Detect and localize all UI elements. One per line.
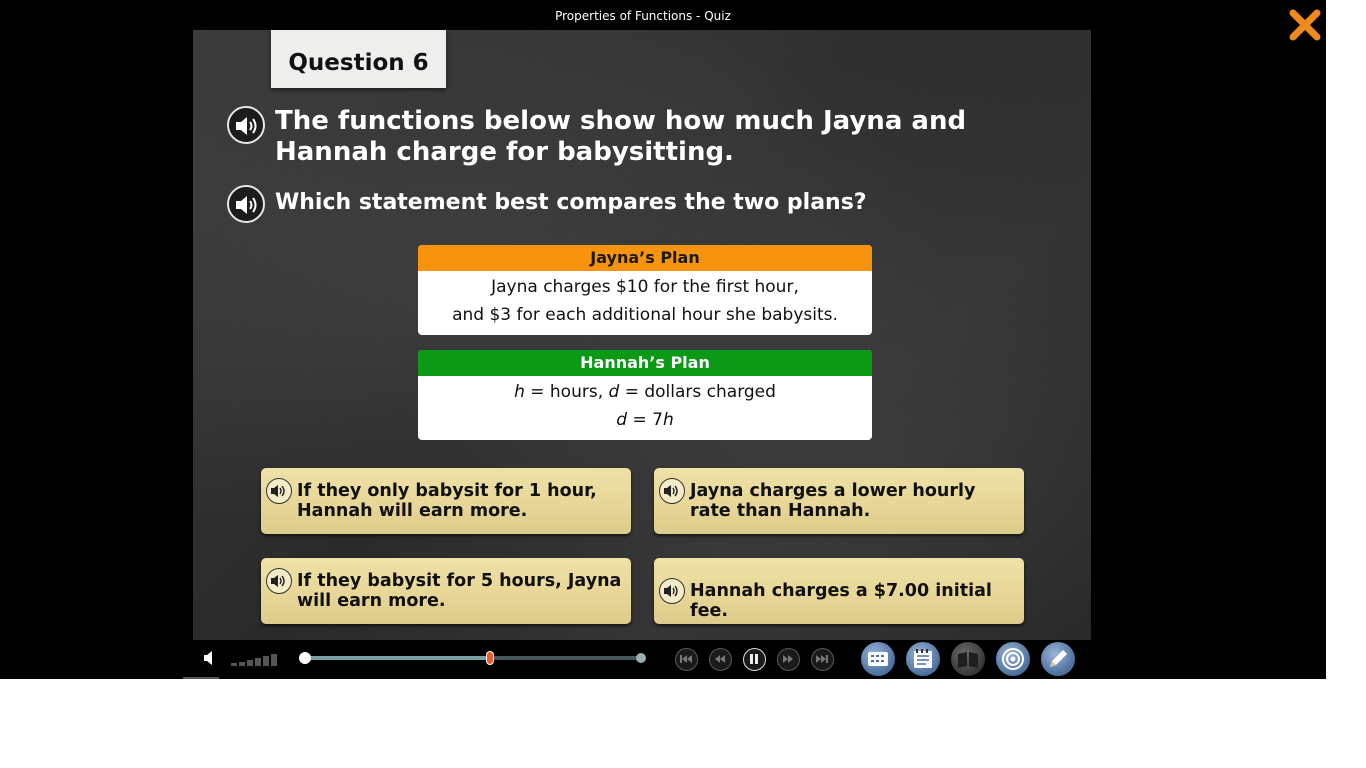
progress-fill [305,656,490,660]
answer-choice-a[interactable]: If they only babysit for 1 hour, Hannah … [261,468,631,534]
notepad-icon[interactable] [906,642,940,676]
definition-hours: = hours, [524,382,609,402]
pause-icon[interactable] [743,648,766,671]
pencil-icon[interactable] [1041,642,1075,676]
hannah-plan-definitions: h = hours, d = dollars charged [418,378,872,406]
jayna-plan-line-2: and $3 for each additional hour she baby… [452,305,838,325]
jayna-plan-line-1: Jayna charges $10 for the first hour, [491,277,799,297]
question-audio-icon[interactable] [227,106,265,144]
progress-end-knob [636,653,646,663]
answer-choice-c[interactable]: If they babysit for 5 hours, Jayna will … [261,558,631,624]
var-d: d [608,382,620,402]
hannah-plan-body: h = hours, d = dollars charged d = 7h [418,376,872,434]
hannah-plan-title: Hannah’s Plan [418,350,872,376]
hannah-plan-card: Hannah’s Plan h = hours, d = dollars cha… [418,350,872,440]
close-icon[interactable] [1288,8,1322,42]
answer-c-text: If they babysit for 5 hours, Jayna will … [297,571,622,611]
eq-rate: = 7 [627,410,663,430]
question-stage: Question 6 The functions below show how … [193,30,1091,640]
definition-dollars: = dollars charged [619,382,776,402]
volume-slider[interactable] [231,652,281,671]
subquestion-audio-icon[interactable] [227,185,265,223]
progress-start-knob[interactable] [299,652,311,664]
answer-d-text: Hannah charges a $7.00 initial fee. [690,581,992,621]
question-number-tab: Question 6 [271,30,446,88]
answer-d-audio-icon[interactable] [659,578,685,604]
jayna-plan-body: Jayna charges $10 for the first hour, an… [418,271,872,329]
book-icon[interactable] [951,642,985,676]
answer-b-audio-icon[interactable] [659,478,685,504]
mute-speaker-icon[interactable] [203,651,217,670]
skip-first-icon[interactable] [675,648,698,671]
calculator-icon[interactable] [861,642,895,676]
answer-a-text: If they only babysit for 1 hour, Hannah … [297,481,597,521]
quiz-app: Properties of Functions - Quiz Question … [0,0,1326,679]
eq-var-d: d [616,410,628,430]
footer-indicator [183,677,219,679]
eq-var-h: h [662,410,674,430]
progress-track[interactable] [305,656,641,660]
fast-forward-icon[interactable] [777,648,800,671]
question-subprompt: Which statement best compares the two pl… [275,190,867,215]
jayna-plan-card: Jayna’s Plan Jayna charges $10 for the f… [418,245,872,335]
answer-choice-b[interactable]: Jayna charges a lower hourly rate than H… [654,468,1024,534]
answer-b-text: Jayna charges a lower hourly rate than H… [690,481,976,521]
answer-a-audio-icon[interactable] [266,478,292,504]
player-controls [193,640,1091,679]
answer-c-audio-icon[interactable] [266,568,292,594]
answer-choice-d[interactable]: Hannah charges a $7.00 initial fee. [654,558,1024,624]
skip-last-icon[interactable] [811,648,834,671]
var-h: h [514,382,525,402]
jayna-plan-title: Jayna’s Plan [418,245,872,271]
question-prompt: The functions below show how much Jayna … [275,106,967,167]
hannah-plan-equation: d = 7h [418,406,872,434]
rewind-icon[interactable] [709,648,732,671]
window-title: Properties of Functions - Quiz [555,9,731,23]
progress-marker[interactable] [485,651,494,665]
target-icon[interactable] [996,642,1030,676]
